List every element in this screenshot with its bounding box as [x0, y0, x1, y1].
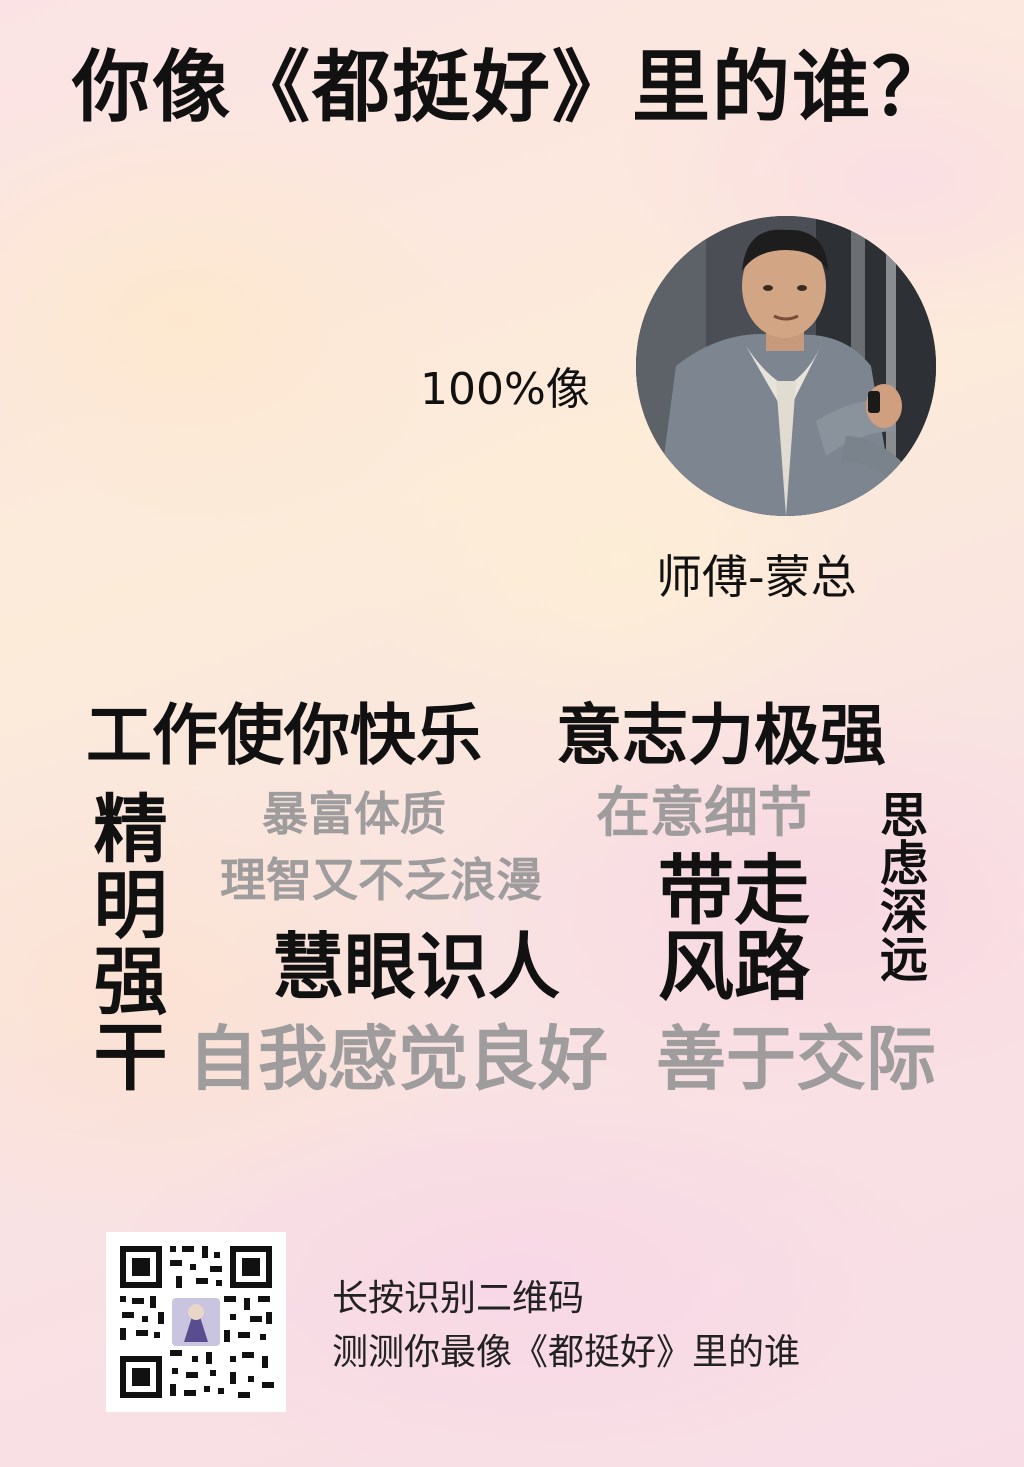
footer-line-2: 测测你最像《都挺好》里的谁 — [332, 1332, 801, 1373]
trait-gray-bottom-2: 善于交际 — [656, 1018, 936, 1100]
trait-headline-1: 工作使你快乐 — [86, 697, 482, 774]
trait-gray-bottom-1: 自我感觉良好 — [188, 1018, 608, 1100]
trait-dark-3: 风路 — [658, 922, 810, 1011]
footer-line-1: 长按识别二维码 — [332, 1278, 585, 1319]
character-name: 师傅-蒙总 — [656, 550, 857, 604]
trait-headline-2: 意志力极强 — [556, 697, 886, 774]
trait-vertical-right: 思虑深远 — [871, 790, 927, 982]
match-percentage: 100%像 — [420, 364, 590, 415]
trait-gray-2: 在意细节 — [596, 781, 812, 844]
trait-gray-1: 暴富体质 — [262, 787, 446, 841]
trait-vertical-left: 精明强干 — [81, 790, 167, 1094]
avatar — [636, 216, 936, 516]
character-photo — [636, 216, 936, 516]
trait-gray-3: 理智又不乏浪漫 — [220, 853, 542, 907]
qr-code-icon — [106, 1232, 286, 1412]
page-title: 你像《都挺好》里的谁？ — [71, 43, 952, 133]
qr-code[interactable] — [106, 1232, 286, 1412]
trait-dark-2: 慧眼识人 — [272, 925, 561, 1009]
